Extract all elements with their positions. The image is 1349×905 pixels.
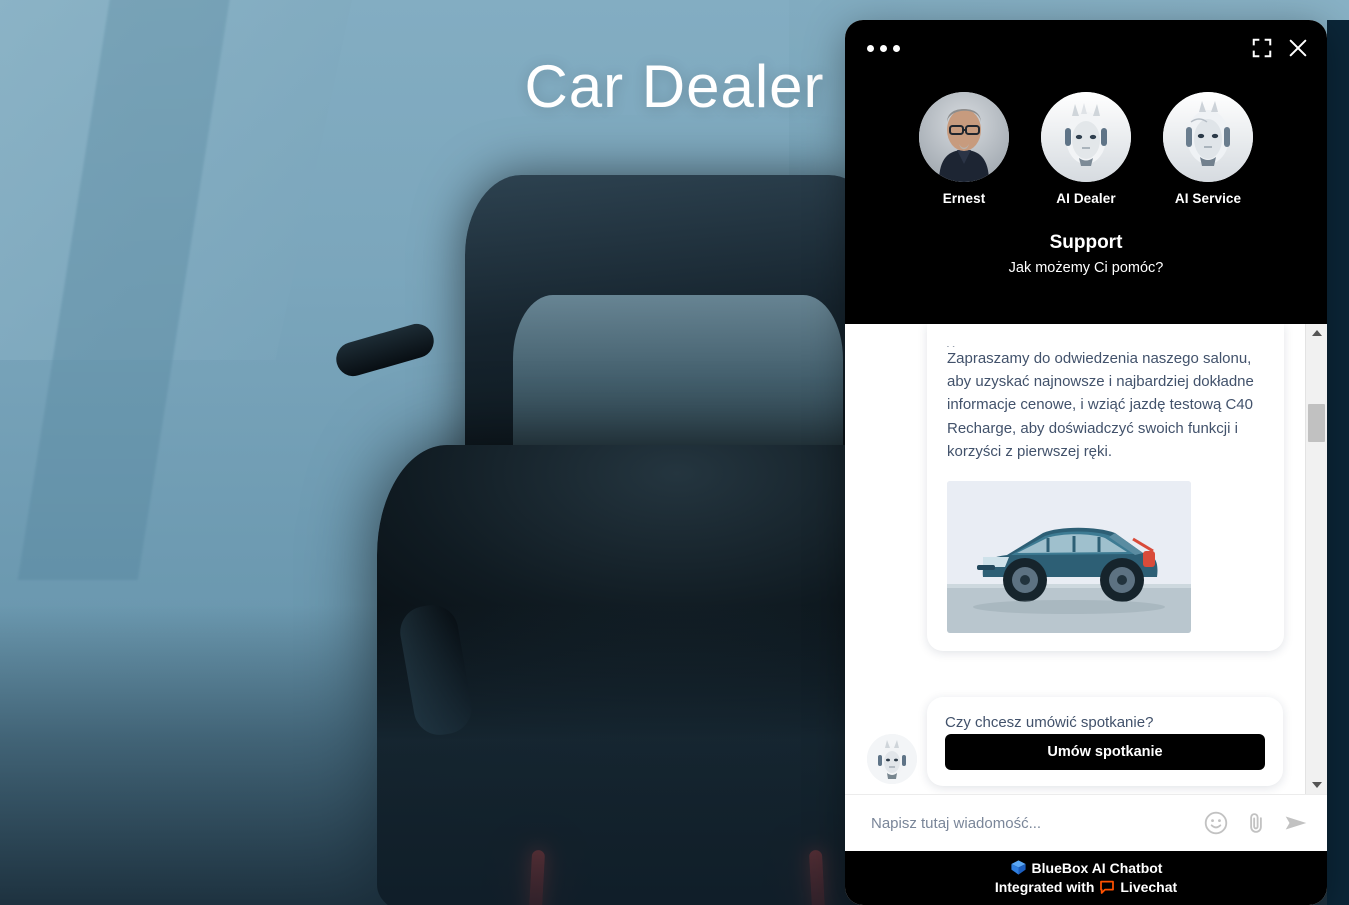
chat-message: y Zapraszamy do odwiedzenia naszego salo… xyxy=(845,324,1306,652)
page-root: VOLVO MLB 040 Car Dealer xyxy=(0,0,1349,905)
message-input[interactable] xyxy=(869,813,1189,833)
robot-head-avatar xyxy=(1163,92,1253,182)
message-bubble: y Zapraszamy do odwiedzenia naszego salo… xyxy=(927,324,1284,652)
widget-right-edge xyxy=(1327,20,1349,905)
chat-widget: Ernest AI Dealer AI Service Support Jak … xyxy=(845,20,1327,905)
book-appointment-button[interactable]: Umów spotkanie xyxy=(945,734,1265,771)
expand-fullscreen-icon[interactable] xyxy=(1251,37,1273,59)
appointment-cta-bubble: Czy chcesz umówić spotkanie? Umów spotka… xyxy=(927,697,1283,787)
footer-integration-prefix: Integrated with xyxy=(994,879,1095,895)
chat-message-list: y Zapraszamy do odwiedzenia naszego salo… xyxy=(845,324,1327,794)
agent-name: AI Service xyxy=(1174,191,1242,206)
cta-question-text: Czy chcesz umówić spotkanie? xyxy=(945,714,1154,732)
widget-header: Ernest AI Dealer AI Service Support Jak … xyxy=(845,20,1327,324)
footer-integration-row: Integrated with Livechat xyxy=(845,879,1327,895)
scrollbar-thumb[interactable] xyxy=(1308,404,1325,442)
chat-message: Czy chcesz umówić spotkanie? Umów spotka… xyxy=(845,697,1306,787)
agent-name: Ernest xyxy=(942,191,986,206)
close-icon[interactable] xyxy=(1287,37,1309,59)
emoji-smiley-icon[interactable] xyxy=(1203,810,1229,836)
scroll-down-button[interactable] xyxy=(1306,776,1327,794)
footer-brand-row: BlueBox AI Chatbot xyxy=(845,859,1327,876)
chat-scroll-area: y Zapraszamy do odwiedzenia naszego salo… xyxy=(845,324,1306,794)
footer-brand-label: BlueBox AI Chatbot xyxy=(1031,859,1163,876)
widget-subheading: Jak możemy Ci pomóc? xyxy=(1008,260,1164,276)
message-text: Zapraszamy do odwiedzenia naszego salonu… xyxy=(947,350,1254,460)
footer-integration-label: Livechat xyxy=(1120,879,1178,895)
robot-head-avatar xyxy=(867,734,917,785)
more-horizontal-icon[interactable] xyxy=(867,44,900,52)
volvo-c40-recharge-image xyxy=(947,481,1191,634)
livechat-bubble-icon xyxy=(1100,880,1115,894)
message-composer xyxy=(845,794,1327,851)
blue-cube-icon xyxy=(1010,860,1026,875)
widget-topbar xyxy=(845,20,1327,76)
agent-ai-service[interactable]: AI Service xyxy=(1162,92,1254,206)
scroll-up-button[interactable] xyxy=(1306,324,1327,342)
agent-avatar-list: Ernest AI Dealer AI Service xyxy=(845,92,1327,206)
send-paper-plane-icon[interactable] xyxy=(1283,810,1309,836)
widget-topbar-actions xyxy=(1251,37,1309,59)
message-clipped-line: y xyxy=(947,338,1264,347)
chat-scrollbar[interactable] xyxy=(1305,324,1327,794)
agent-ai-dealer[interactable]: AI Dealer xyxy=(1040,92,1132,206)
widget-footer: BlueBox AI Chatbot Integrated with Livec… xyxy=(845,851,1327,905)
agent-ernest[interactable]: Ernest xyxy=(918,92,1010,206)
human-portrait-avatar xyxy=(919,92,1009,182)
widget-heading: Support xyxy=(1049,232,1123,253)
agent-name: AI Dealer xyxy=(1056,191,1116,206)
paperclip-icon[interactable] xyxy=(1243,810,1269,836)
car-spoiler-left xyxy=(331,319,438,381)
robot-head-avatar xyxy=(1041,92,1131,182)
